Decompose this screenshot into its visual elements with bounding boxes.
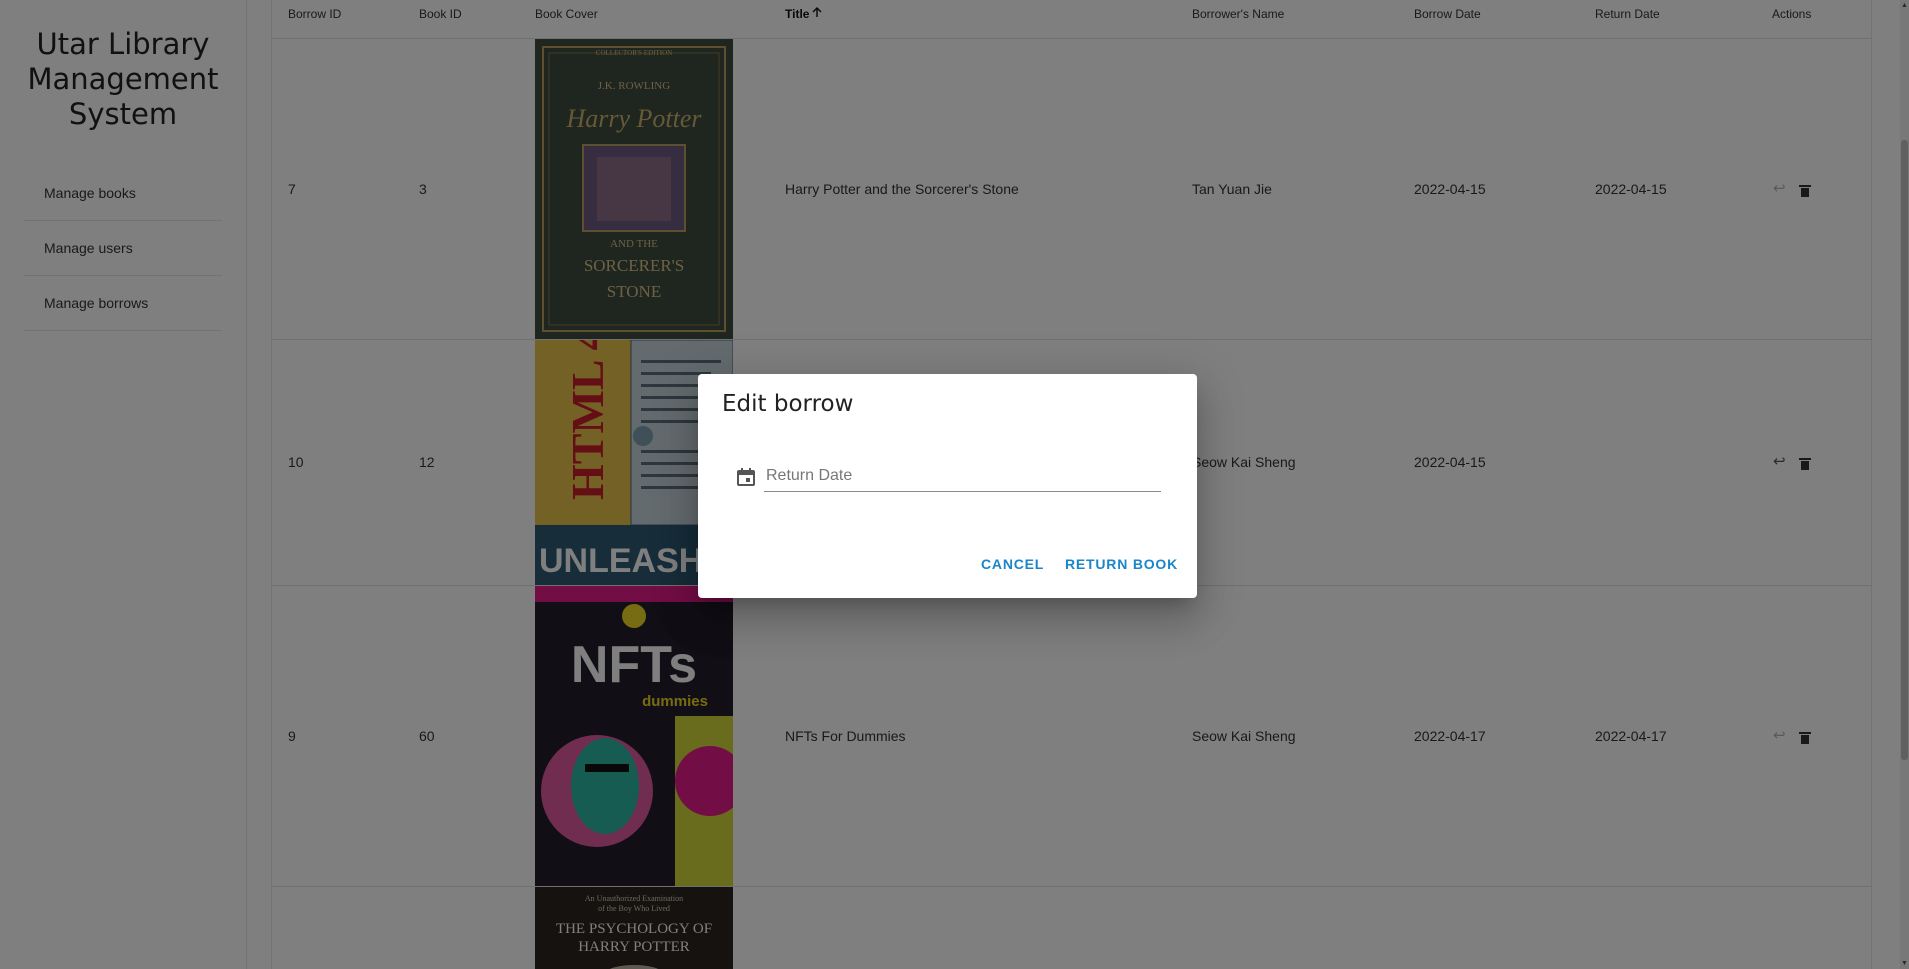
- return-date-input[interactable]: [764, 461, 1161, 492]
- dialog-title: Edit borrow: [722, 391, 854, 417]
- edit-borrow-dialog: Edit borrow CANCEL RETURN BOOK: [698, 374, 1197, 598]
- calendar-icon[interactable]: [736, 467, 756, 487]
- cancel-button[interactable]: CANCEL: [975, 552, 1050, 576]
- return-date-field: [736, 461, 1161, 505]
- return-book-button[interactable]: RETURN BOOK: [1059, 552, 1184, 576]
